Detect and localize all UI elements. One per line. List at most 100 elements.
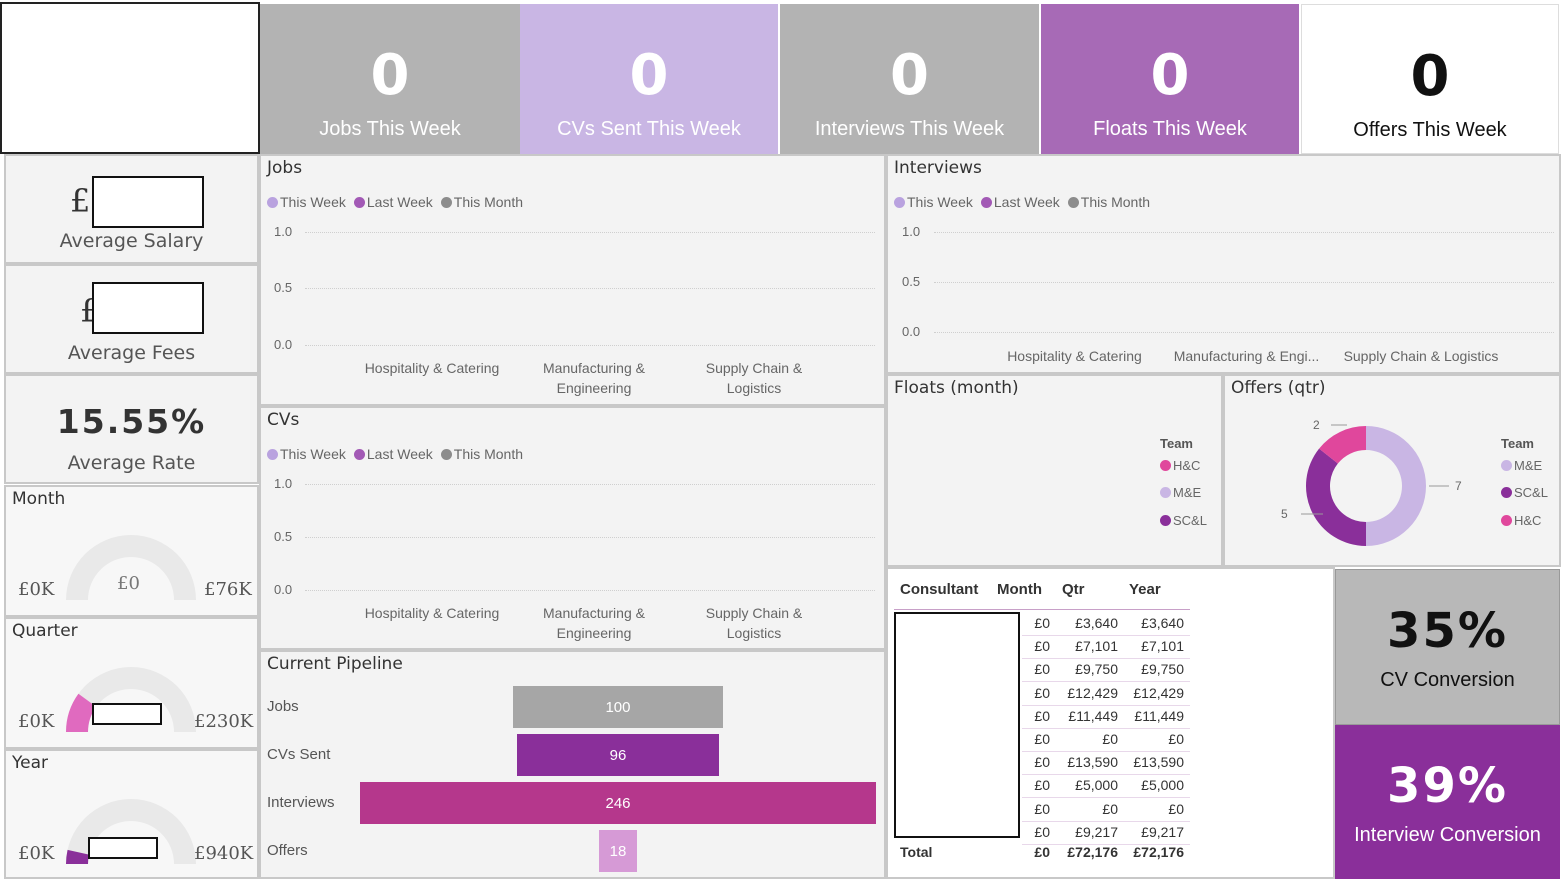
legend-title: Team [1160, 436, 1193, 451]
x-tick: Supply Chain & Logistics [679, 603, 829, 643]
donut-slice[interactable] [1306, 448, 1366, 546]
gridline [305, 288, 875, 289]
table-cell: £0 [1102, 731, 1118, 747]
legend-dot [267, 197, 278, 208]
legend-item[interactable]: Last Week [980, 194, 1060, 210]
legend-item[interactable]: This Week [894, 194, 973, 210]
y-tick: 0.0 [274, 582, 293, 597]
legend-title: Team [1501, 436, 1534, 451]
row-divider [1022, 820, 1190, 822]
total-label: Total [900, 844, 933, 860]
funnel-bar[interactable]: 18 [599, 830, 637, 872]
kpi-interviews-this-week[interactable]: 0 Interviews This Week [780, 4, 1039, 154]
chart-title: Floats (month) [894, 378, 1019, 398]
legend-dot [440, 449, 452, 460]
y-tick: 0.0 [902, 324, 921, 339]
kpi-cvs-sent-this-week[interactable]: 0 CVs Sent This Week [520, 4, 778, 154]
slice-label: 7 [1455, 479, 1462, 493]
average-rate-card[interactable]: 15.55% Average Rate [4, 374, 259, 484]
kpi-offers-this-week[interactable]: 0 Offers This Week [1301, 4, 1559, 154]
gridline [934, 282, 1554, 283]
cvs-chart[interactable]: CVs This Week Last Week This Month 1.0 0… [259, 406, 886, 650]
y-tick: 0.5 [902, 274, 921, 289]
table-cell: £0 [1034, 615, 1050, 631]
conversion-value: 39% [1387, 757, 1508, 814]
row-divider [1022, 797, 1190, 799]
legend-item[interactable]: M&E [1160, 485, 1201, 500]
legend-item[interactable]: This Week [267, 446, 346, 462]
legend-label: H&C [1173, 458, 1201, 473]
x-tick-line: Hospitality & Catering [364, 360, 500, 376]
x-tick: Manufacturing & Engi... [1173, 348, 1320, 364]
jobs-chart[interactable]: Jobs This Week Last Week This Month 1.0 … [259, 154, 886, 406]
interview-conversion-tile[interactable]: 39% Interview Conversion [1335, 725, 1560, 879]
funnel-bar[interactable]: 100 [513, 686, 723, 728]
legend-item[interactable]: This Month [1067, 194, 1150, 210]
table-cell: £0 [1034, 823, 1050, 840]
x-tick-line: Hospitality & Catering [364, 605, 500, 621]
legend-label: Last Week [366, 446, 433, 462]
month-gauge-card[interactable]: Month £0K £0 £76K [4, 485, 259, 617]
floats-chart[interactable]: Floats (month) Team H&C M&E SC&L [886, 374, 1223, 567]
table-cell: £0 [1102, 800, 1118, 817]
gauge-max: £940K [194, 843, 254, 864]
legend-item[interactable]: Last Week [353, 446, 433, 462]
interviews-chart[interactable]: Interviews This Week Last Week This Mont… [886, 154, 1561, 374]
gridline [305, 590, 875, 591]
funnel-bar[interactable]: 96 [517, 734, 719, 776]
funnel-bar[interactable]: 246 [360, 782, 876, 824]
column-header[interactable]: Consultant [900, 581, 978, 598]
kpi-floats-this-week[interactable]: 0 Floats This Week [1041, 4, 1299, 154]
donut-slice[interactable] [1366, 426, 1426, 546]
kpi-value: 0 [629, 43, 669, 108]
gauge-title: Month [12, 489, 66, 509]
table-cell: £0 [1034, 638, 1050, 655]
row-divider [1022, 774, 1190, 776]
kpi-jobs-this-week[interactable]: 0 Jobs This Week [260, 4, 520, 154]
legend-label: This Month [453, 446, 524, 462]
gauge-max: £76K [204, 579, 252, 600]
legend-dot [1067, 197, 1079, 208]
pipeline-funnel[interactable]: Current Pipeline Jobs CVs Sent Interview… [259, 650, 886, 879]
row-divider [1022, 704, 1190, 706]
legend-item[interactable]: H&C [1501, 513, 1541, 528]
offers-chart[interactable]: Offers (qtr) 2 7 5 Team M&E SC&L H&C [1223, 374, 1561, 567]
total-cell: £0 [1034, 844, 1050, 860]
table-cell: £5,000 [1075, 777, 1118, 794]
average-salary-card[interactable]: £ Average Salary [4, 154, 259, 264]
legend-dot [353, 197, 365, 208]
gridline [934, 332, 1554, 333]
table-cell: £12,429 [1133, 684, 1184, 701]
row-divider [1022, 635, 1190, 636]
kpi-label: CVs Sent This Week [557, 118, 741, 140]
legend-dot [1160, 487, 1171, 498]
kpi-value: 0 [370, 43, 410, 108]
table-cell: £0 [1168, 731, 1184, 747]
column-header[interactable]: Month [997, 581, 1042, 598]
year-gauge-card[interactable]: Year £0K £940K [4, 749, 259, 879]
currency-symbol: £ [70, 182, 91, 220]
legend-item[interactable]: Last Week [353, 194, 433, 210]
gridline [305, 537, 875, 538]
legend-item[interactable]: SC&L [1160, 513, 1207, 528]
column-header[interactable]: Year [1129, 581, 1161, 598]
legend-item[interactable]: This Week [267, 194, 346, 210]
quarter-gauge-card[interactable]: Quarter £0K £230K [4, 617, 259, 749]
gridline [934, 232, 1554, 233]
kpi-value: 0 [890, 43, 929, 108]
consultant-table[interactable]: Consultant Month Qtr Year £0 £3,640 £3,640… [886, 567, 1335, 879]
legend-item[interactable]: This Month [440, 194, 523, 210]
average-fees-card[interactable]: £ Average Fees [4, 264, 259, 374]
rate-value: 15.55% [56, 402, 207, 441]
chart-title: Current Pipeline [267, 654, 403, 674]
cv-conversion-tile[interactable]: 35% CV Conversion [1335, 569, 1560, 725]
column-header[interactable]: Qtr [1062, 581, 1085, 598]
x-tick-line: Logistics [726, 380, 782, 396]
legend-item[interactable]: H&C [1160, 458, 1200, 473]
legend-item[interactable]: SC&L [1501, 485, 1548, 500]
legend-label: M&E [1173, 485, 1202, 500]
legend-item[interactable]: M&E [1501, 458, 1542, 473]
y-tick: 1.0 [274, 476, 293, 491]
gauge-min: £0K [18, 579, 55, 600]
legend-item[interactable]: This Month [440, 446, 524, 462]
